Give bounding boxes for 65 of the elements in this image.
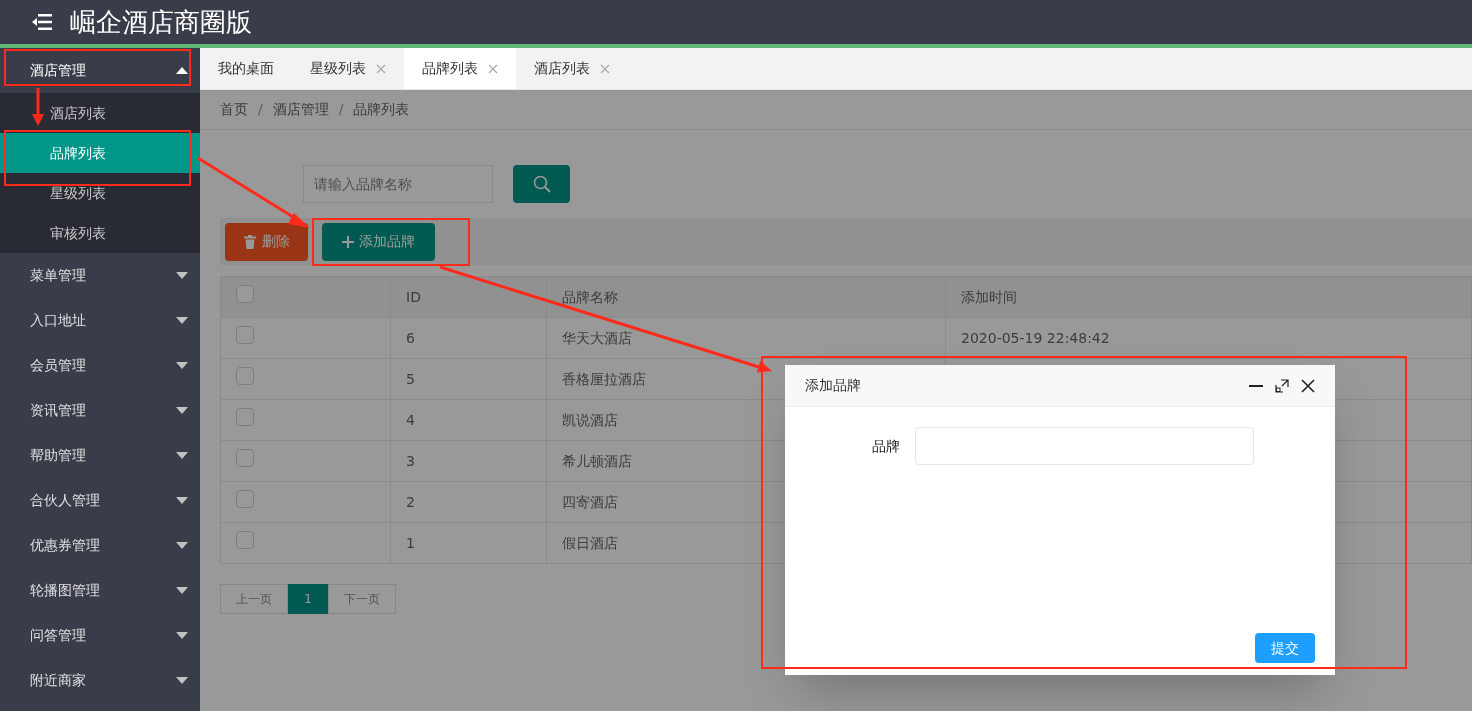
search-field[interactable]: 请输入品牌名称 <box>303 165 493 203</box>
table-cell: 2020-05-19 22:48:42 <box>945 317 1472 359</box>
checkbox[interactable] <box>236 326 254 344</box>
caret-icon <box>176 317 188 324</box>
brand-field[interactable] <box>915 427 1254 465</box>
sidebar-item[interactable]: 优惠券管理 <box>0 523 200 568</box>
caret-icon <box>176 632 188 639</box>
sidebar-subitem[interactable]: 星级列表 <box>0 173 200 213</box>
sidebar-item[interactable]: 入口地址 <box>0 298 200 343</box>
caret-icon <box>176 272 188 279</box>
breadcrumb-separator: / <box>258 100 263 119</box>
table-cell: 5 <box>390 358 547 400</box>
table-cell: 1 <box>390 522 547 564</box>
sidebar-item[interactable]: 资讯管理 <box>0 388 200 433</box>
menu-icon[interactable] <box>32 14 52 30</box>
tab[interactable]: 星级列表 <box>292 48 404 89</box>
sidebar-subitem[interactable]: 品牌列表 <box>0 133 200 173</box>
caret-icon <box>176 677 188 684</box>
caret-icon <box>176 362 188 369</box>
caret-icon <box>176 542 188 549</box>
checkbox[interactable] <box>236 449 254 467</box>
sidebar-item[interactable]: 附近商家 <box>0 658 200 703</box>
search-button[interactable] <box>513 165 570 203</box>
column-header: 添加时间 <box>945 276 1472 318</box>
breadcrumb-link[interactable]: 首页 <box>220 99 248 120</box>
checkbox[interactable] <box>236 367 254 385</box>
table-cell: 2 <box>390 481 547 523</box>
sidebar-subitem[interactable]: 审核列表 <box>0 213 200 253</box>
maximize-icon[interactable] <box>1275 378 1289 393</box>
breadcrumb-link[interactable]: 品牌列表 <box>353 99 410 120</box>
caret-icon <box>176 497 188 504</box>
column-header: 品牌名称 <box>546 276 946 318</box>
close-icon[interactable] <box>1301 378 1315 393</box>
checkbox[interactable] <box>236 531 254 549</box>
table-cell: 6 <box>390 317 547 359</box>
table-cell: 4 <box>390 399 547 441</box>
sidebar-item[interactable]: 会员管理 <box>0 343 200 388</box>
dialog-title: 添加品牌 <box>805 376 861 395</box>
trash-icon <box>243 234 257 249</box>
table-cell: 华天大酒店 <box>546 317 946 359</box>
sidebar-item[interactable]: 酒店管理 <box>0 48 200 93</box>
caret-icon <box>176 452 188 459</box>
breadcrumb-link[interactable]: 酒店管理 <box>272 99 329 120</box>
caret-icon <box>176 67 188 74</box>
sidebar-subitem[interactable]: 酒店列表 <box>0 93 200 133</box>
sidebar-item[interactable]: 帮助管理 <box>0 433 200 478</box>
app-title: 崛企酒店商圈版 <box>70 5 252 39</box>
search-icon <box>532 175 551 193</box>
sidebar-item[interactable]: 合伙人管理 <box>0 478 200 523</box>
sidebar-item[interactable]: 菜单管理 <box>0 253 200 298</box>
caret-icon <box>176 587 188 594</box>
breadcrumb-separator: / <box>338 100 344 119</box>
sidebar-item[interactable]: 轮播图管理 <box>0 568 200 613</box>
table-cell: 3 <box>390 440 547 482</box>
annotation-arrow <box>32 88 44 126</box>
tab[interactable]: 我的桌面 <box>200 48 292 89</box>
plus-icon <box>342 235 354 248</box>
sidebar-item[interactable]: 问答管理 <box>0 613 200 658</box>
checkbox[interactable] <box>236 408 254 426</box>
tab[interactable]: 酒店列表 <box>516 48 628 89</box>
caret-icon <box>176 407 188 414</box>
checkbox[interactable] <box>236 285 254 303</box>
checkbox[interactable] <box>236 490 254 508</box>
tab[interactable]: 品牌列表 <box>404 48 516 89</box>
column-header: ID <box>390 276 547 318</box>
